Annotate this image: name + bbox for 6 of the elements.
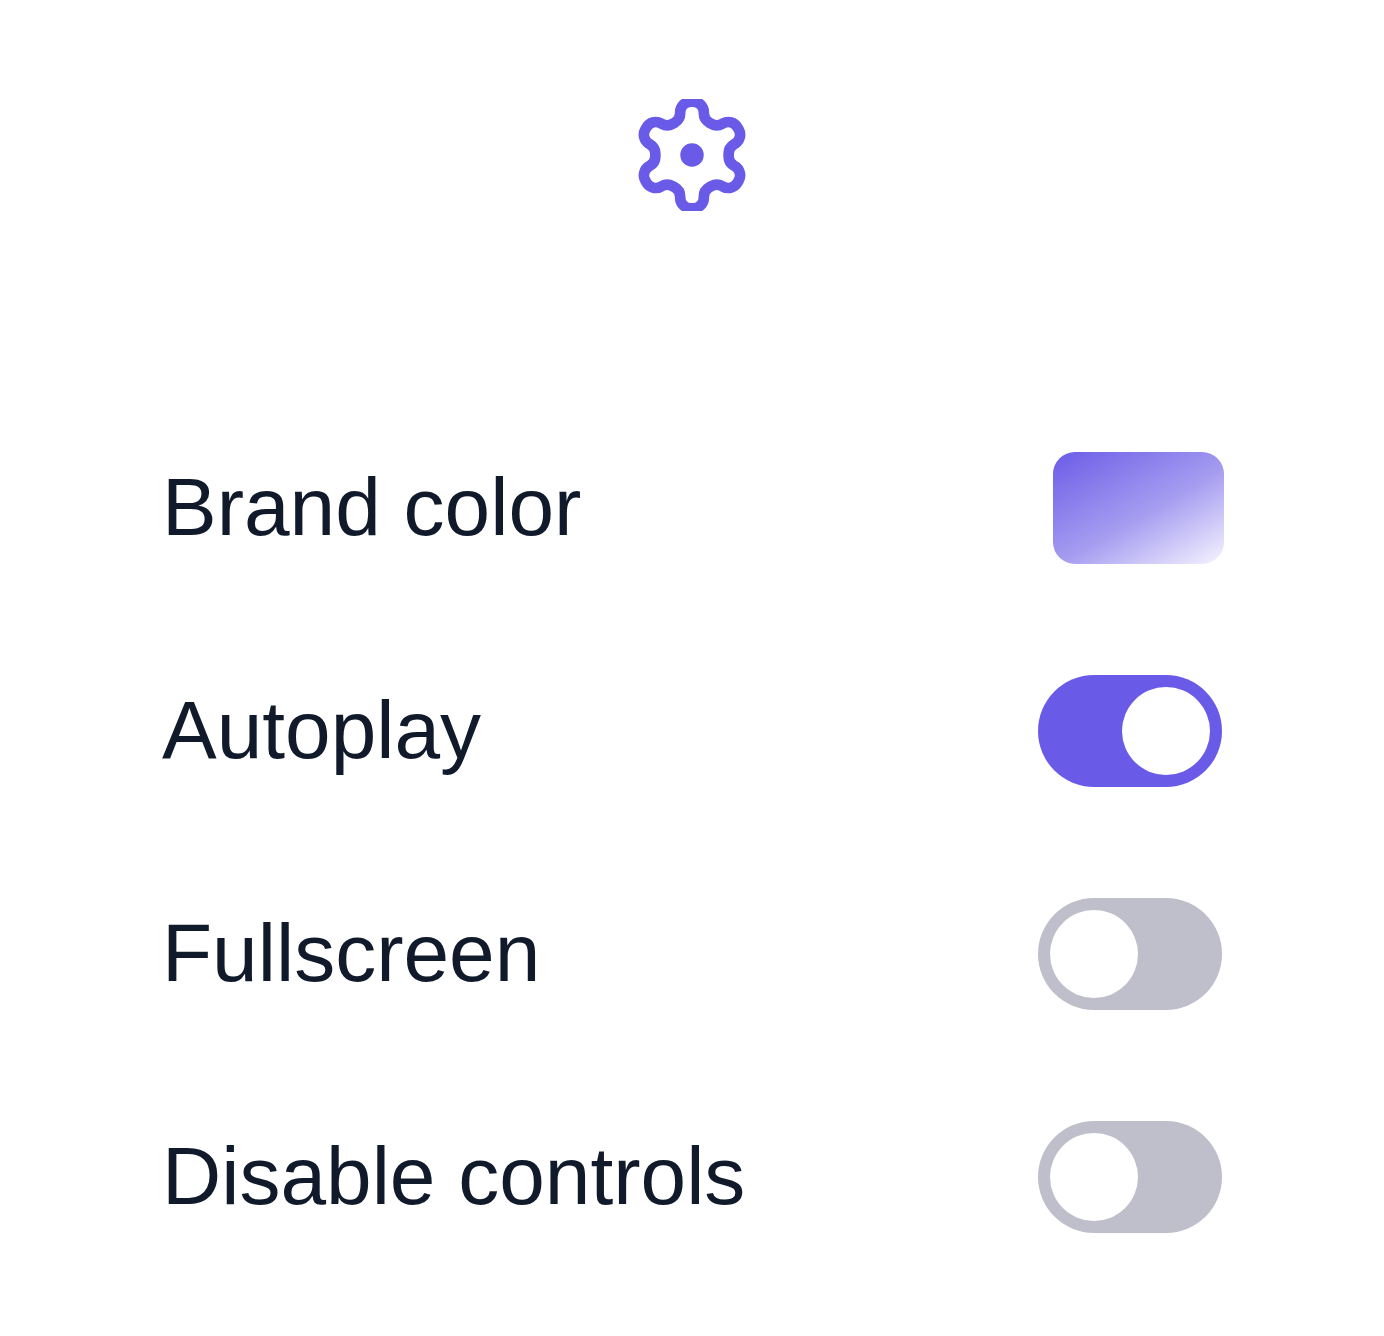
color-swatch[interactable]	[1053, 451, 1224, 564]
setting-label: Brand color	[162, 462, 582, 553]
setting-label: Fullscreen	[162, 908, 541, 999]
settings-icon	[636, 99, 748, 211]
setting-label: Autoplay	[162, 685, 482, 776]
setting-label: Disable controls	[162, 1131, 746, 1222]
